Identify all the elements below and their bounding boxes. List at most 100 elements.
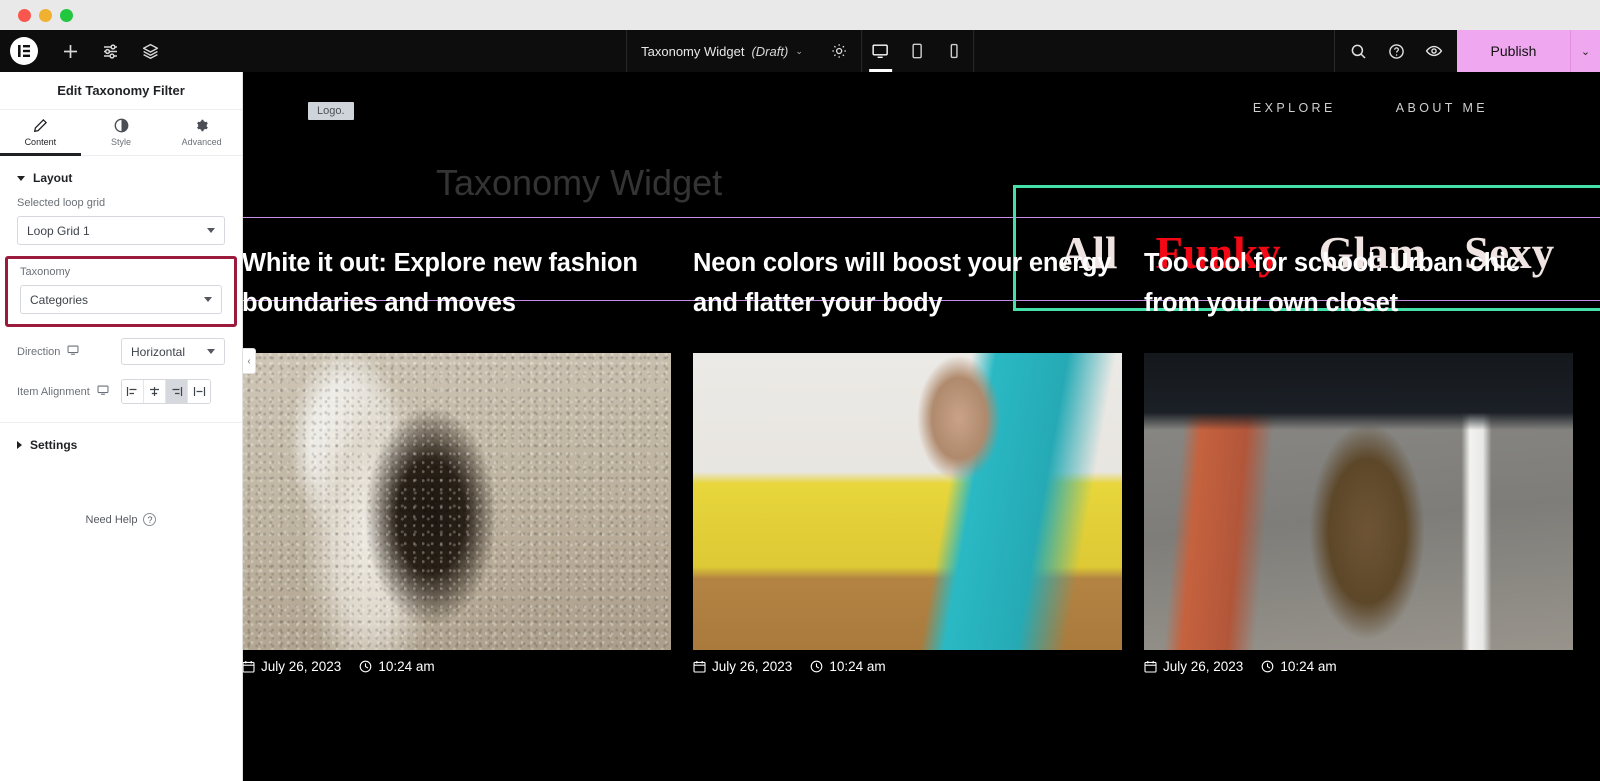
calendar-icon — [693, 660, 706, 673]
contrast-circle-icon — [114, 118, 129, 133]
calendar-icon — [1144, 660, 1157, 673]
post-date-text: July 26, 2023 — [712, 659, 793, 675]
document-title-menu[interactable]: Taxonomy Widget (Draft) ⌄ — [627, 44, 817, 59]
nav-link-about-me[interactable]: ABOUT ME — [1396, 101, 1488, 115]
post-card[interactable]: Neon colors will boost your energy and f… — [693, 244, 1122, 781]
topbar-divider-right — [972, 30, 974, 72]
post-time-text: 10:24 am — [1280, 659, 1337, 675]
align-end-button[interactable] — [166, 380, 188, 403]
add-element-icon[interactable] — [50, 30, 90, 72]
clock-icon — [810, 660, 823, 673]
post-title[interactable]: Neon colors will boost your energy and f… — [693, 244, 1122, 323]
post-date: July 26, 2023 — [693, 659, 792, 674]
chevron-down-icon — [207, 228, 215, 233]
field-direction: Direction Horizontal — [0, 334, 242, 375]
field-taxonomy: Taxonomy Categories — [8, 266, 234, 322]
need-help-link[interactable]: Need Help ? — [0, 513, 242, 526]
align-start-button[interactable] — [122, 380, 144, 403]
preview-eye-icon[interactable] — [1415, 30, 1453, 72]
field-item-alignment: Item Alignment — [0, 375, 242, 414]
document-status: (Draft) — [751, 43, 789, 59]
search-icon[interactable] — [1339, 30, 1377, 72]
topbar-center-group: Taxonomy Widget (Draft) ⌄ — [626, 30, 974, 72]
nav-link-explore[interactable]: EXPLORE — [1253, 101, 1336, 115]
settings-sliders-icon[interactable] — [90, 30, 130, 72]
post-date-text: July 26, 2023 — [1163, 659, 1244, 675]
section-layout-header[interactable]: Layout — [0, 156, 242, 197]
post-date-text: July 26, 2023 — [261, 659, 342, 675]
need-help-label: Need Help — [85, 513, 138, 526]
help-icon: ? — [143, 513, 157, 526]
responsive-desktop-icon[interactable] — [97, 384, 109, 399]
post-meta: July 26, 2023 10:24 am — [242, 659, 671, 674]
publish-options-chevron-down-icon[interactable]: ⌄ — [1570, 30, 1600, 72]
tab-content[interactable]: Content — [0, 110, 81, 156]
navigator-layers-icon[interactable] — [130, 30, 170, 72]
section-settings-title: Settings — [30, 438, 78, 452]
site-navigation: EXPLORE ABOUT ME — [1253, 101, 1488, 115]
site-logo[interactable]: Logo. — [308, 102, 354, 120]
panel-title: Edit Taxonomy Filter — [0, 72, 242, 110]
post-meta: July 26, 2023 10:24 am — [1144, 659, 1573, 674]
post-time: 10:24 am — [1261, 659, 1337, 675]
gear-icon — [194, 118, 209, 133]
responsive-desktop-icon[interactable] — [67, 344, 79, 359]
item-alignment-buttons — [121, 379, 211, 404]
elementor-logo-icon[interactable] — [10, 37, 38, 65]
minimize-window-button[interactable] — [39, 8, 52, 22]
taxonomy-label: Taxonomy — [20, 266, 71, 278]
document-title: Taxonomy Widget — [641, 43, 745, 59]
help-icon[interactable] — [1377, 30, 1415, 72]
post-title[interactable]: Too cool for school: Urban chic from you… — [1144, 244, 1573, 323]
taxonomy-select[interactable]: Categories — [20, 285, 222, 314]
taxonomy-field-highlight: Taxonomy Categories — [5, 256, 237, 327]
chevron-down-icon — [17, 175, 25, 181]
clock-icon — [1261, 660, 1274, 673]
post-card[interactable]: White it out: Explore new fashion bounda… — [242, 244, 671, 781]
align-stretch-button[interactable] — [188, 380, 210, 403]
topbar-tools — [1335, 30, 1457, 72]
elementor-topbar: Taxonomy Widget (Draft) ⌄ Publish ⌄ — [0, 30, 1600, 72]
post-date: July 26, 2023 — [242, 659, 341, 674]
chevron-down-icon: ⌄ — [795, 45, 803, 56]
device-tablet-button[interactable] — [899, 30, 936, 72]
post-card[interactable]: Too cool for school: Urban chic from you… — [1144, 244, 1573, 781]
device-preview-group — [862, 30, 973, 72]
maximize-window-button[interactable] — [60, 8, 73, 22]
page-settings-gear-icon[interactable] — [817, 30, 861, 72]
device-mobile-button[interactable] — [936, 30, 973, 72]
direction-value: Horizontal — [131, 344, 186, 359]
post-meta: July 26, 2023 10:24 am — [693, 659, 1122, 674]
post-time: 10:24 am — [810, 659, 886, 675]
align-center-button[interactable] — [144, 380, 166, 403]
publish-button[interactable]: Publish — [1457, 30, 1570, 72]
panel-tabs: Content Style Advanced — [0, 110, 242, 156]
post-title[interactable]: White it out: Explore new fashion bounda… — [242, 244, 671, 323]
tab-style[interactable]: Style — [81, 110, 162, 155]
item-alignment-label: Item Alignment — [17, 385, 90, 398]
elementor-editor-panel: Edit Taxonomy Filter Content Style Advan… — [0, 72, 243, 781]
topbar-right-group: Publish ⌄ — [1334, 30, 1600, 72]
close-window-button[interactable] — [18, 8, 31, 22]
chevron-down-icon — [207, 349, 215, 354]
pencil-icon — [33, 118, 48, 133]
tab-style-label: Style — [111, 137, 132, 147]
field-selected-loop-grid: Selected loop grid Loop Grid 1 — [0, 197, 242, 256]
post-featured-image[interactable] — [242, 353, 671, 651]
chevron-down-icon — [204, 297, 212, 302]
direction-select[interactable]: Horizontal — [121, 338, 225, 365]
device-desktop-button[interactable] — [862, 30, 899, 72]
calendar-icon — [242, 660, 255, 673]
post-featured-image[interactable] — [693, 353, 1122, 651]
selected-loop-grid-select[interactable]: Loop Grid 1 — [17, 216, 225, 245]
post-time-text: 10:24 am — [829, 659, 886, 675]
topbar-left-group — [0, 30, 170, 72]
post-featured-image[interactable] — [1144, 353, 1573, 651]
section-layout-title: Layout — [33, 171, 73, 185]
selected-loop-grid-value: Loop Grid 1 — [27, 223, 90, 238]
post-time-text: 10:24 am — [378, 659, 435, 675]
tab-advanced[interactable]: Advanced — [161, 110, 242, 155]
panel-collapse-button[interactable]: ‹ — [243, 348, 256, 374]
page-title: Taxonomy Widget — [436, 162, 723, 203]
section-settings-header[interactable]: Settings — [0, 423, 242, 464]
